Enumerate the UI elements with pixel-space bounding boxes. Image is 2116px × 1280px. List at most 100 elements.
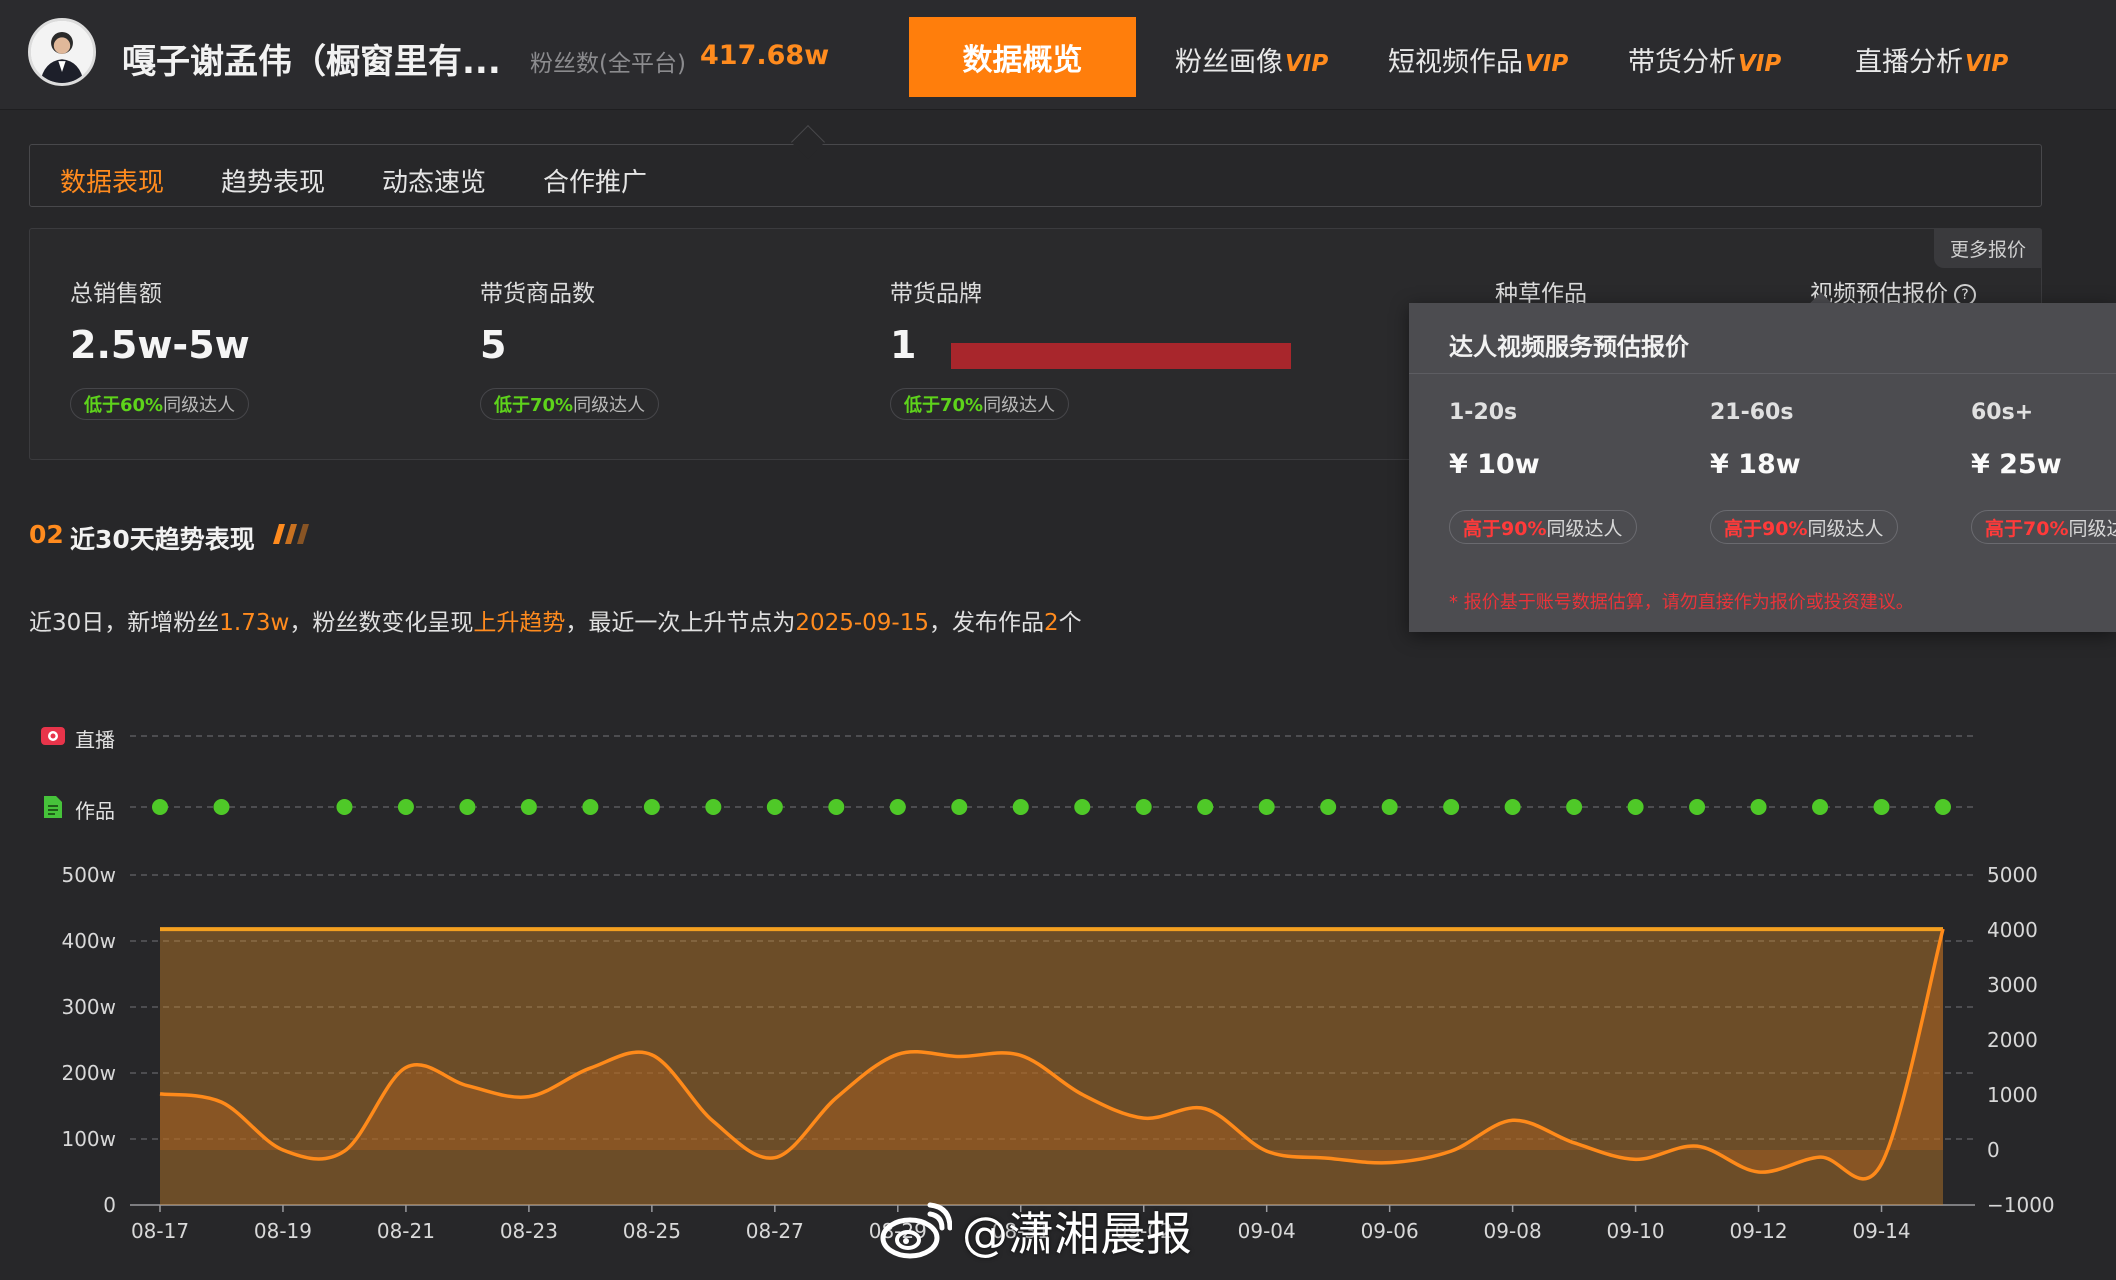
badge-percent: 高于70%	[1985, 517, 2069, 540]
x-tick-label: 09-06	[1361, 1219, 1419, 1243]
brands-label: 带货品牌	[890, 281, 982, 307]
more-price-button[interactable]: 更多报价	[1934, 228, 2042, 268]
works-marker	[828, 799, 845, 815]
badge-percent: 高于90%	[1463, 517, 1547, 540]
works-marker	[213, 799, 230, 815]
badge-text: 同级达人	[1546, 517, 1623, 540]
works-marker	[336, 799, 353, 815]
badge-text: 同级达人	[573, 395, 646, 416]
works-marker	[520, 799, 537, 815]
summary-text: ，最近一次上升节点为	[565, 610, 796, 636]
product-count-label: 带货商品数	[480, 281, 595, 307]
trend-chart: 0 100w 200w 300w 400w 500w −1000 0 1000 2000 3000 4…	[61, 735, 2055, 1243]
total-sales-label: 总销售额	[70, 281, 162, 307]
works-marker	[1935, 799, 1951, 815]
avatar[interactable]	[28, 18, 96, 86]
nav-short-video-label: 短视频作品	[1388, 47, 1523, 78]
brands-value: 1	[890, 323, 917, 367]
tier-badge: 高于90% 同级达人	[1710, 510, 1898, 544]
tier-duration: 60s+	[1971, 400, 2034, 425]
brands-badge: 低于70% 同级达人	[890, 388, 1070, 420]
nav-live-analysis-label: 直播分析	[1855, 47, 1963, 78]
x-tick-label: 09-08	[1484, 1219, 1542, 1243]
badge-percent: 低于70%	[494, 395, 574, 416]
works-marker	[1381, 799, 1398, 815]
x-tick-label: 08-17	[131, 1219, 189, 1243]
summary-text: ，发布作品	[928, 610, 1044, 636]
left-tick-label: 0	[103, 1193, 116, 1217]
nav-fans-portrait[interactable]: 粉丝画像VIP	[1175, 40, 1328, 79]
tab-dynamic-overview[interactable]: 动态速览	[382, 162, 486, 199]
works-marker	[152, 799, 168, 815]
x-tick-label: 08-23	[500, 1219, 558, 1243]
popover-title: 达人视频服务预估报价	[1449, 333, 1689, 361]
tab-data-performance[interactable]: 数据表现	[60, 162, 164, 199]
works-marker	[1504, 799, 1521, 815]
works-marker	[1566, 799, 1583, 815]
works-marker	[1812, 799, 1829, 815]
price-disclaimer: * 报价基于账号数据估算，请勿直接作为报价或投资建议。	[1449, 592, 1914, 613]
fans-count-label: 粉丝数(全平台)	[530, 51, 686, 77]
x-tick-label: 09-10	[1607, 1219, 1665, 1243]
slash-decoration-icon	[273, 524, 309, 544]
avatar-image	[31, 21, 93, 83]
works-marker	[766, 799, 783, 815]
works-marker	[1074, 799, 1091, 815]
nav-sales-analysis-label: 带货分析	[1628, 47, 1736, 78]
right-tick-label: 3000	[1987, 973, 2038, 997]
works-marker	[459, 799, 476, 815]
tab-cooperation[interactable]: 合作推广	[543, 162, 647, 199]
popover-divider	[1409, 373, 2116, 374]
brand-name-redacted	[951, 343, 1291, 369]
works-marker	[1135, 799, 1152, 815]
badge-percent: 低于70%	[904, 395, 984, 416]
weibo-icon	[880, 1202, 952, 1259]
works-marker	[1443, 799, 1460, 815]
tab-trend-performance[interactable]: 趋势表现	[221, 162, 325, 199]
right-tick-label: 1000	[1987, 1083, 2038, 1107]
nav-data-overview-label: 数据概览	[962, 43, 1083, 78]
right-tick-label: 0	[1987, 1138, 2000, 1162]
left-tick-label: 300w	[61, 995, 116, 1019]
total-sales-badge: 低于60% 同级达人	[70, 388, 250, 420]
works-marker	[1320, 799, 1337, 815]
summary-text: ，粉丝数变化呈现	[289, 610, 474, 636]
top-header: 嘎子谢孟伟（橱窗里有... 粉丝数(全平台) 417.68w 数据概览 粉丝画像…	[0, 0, 2116, 110]
left-tick-label: 100w	[61, 1127, 116, 1151]
works-marker	[1258, 799, 1275, 815]
nav-sales-analysis[interactable]: 带货分析VIP	[1628, 40, 1781, 79]
tier-badge: 高于70%同级达人	[1971, 510, 2116, 544]
summary-trend: 上升趋势	[473, 610, 566, 636]
works-marker	[397, 799, 414, 815]
section-number: 02	[29, 520, 64, 549]
trend-summary: 近30日，新增粉丝1.73w，粉丝数变化呈现上升趋势，最近一次上升节点为2025…	[29, 603, 1082, 637]
x-tick-label: 09-12	[1729, 1219, 1787, 1243]
row-label-live: 直播	[75, 728, 115, 752]
account-name: 嘎子谢孟伟（橱窗里有...	[122, 42, 501, 82]
works-marker	[705, 799, 722, 815]
summary-text: 个	[1058, 610, 1082, 636]
left-tick-label: 500w	[61, 863, 116, 887]
product-count-badge: 低于70% 同级达人	[480, 388, 660, 420]
nav-live-analysis[interactable]: 直播分析VIP	[1855, 40, 2008, 79]
vip-badge: VIP	[1965, 51, 2009, 77]
works-marker	[643, 799, 660, 815]
section-title: 近30天趋势表现	[70, 525, 255, 554]
product-count-value: 5	[480, 323, 507, 367]
tier-price: ¥ 10w	[1449, 449, 1540, 480]
live-icon	[41, 727, 65, 745]
works-marker	[1197, 799, 1214, 815]
works-marker	[1873, 799, 1890, 815]
vip-badge: VIP	[1525, 51, 1569, 77]
vip-badge: VIP	[1285, 51, 1329, 77]
weibo-watermark: @潇湘晨报	[880, 1196, 1192, 1266]
fans-count-value: 417.68w	[700, 40, 830, 71]
badge-percent: 高于90%	[1724, 517, 1808, 540]
row-label-works: 作品	[75, 799, 115, 823]
works-marker	[582, 799, 599, 815]
badge-percent: 低于60%	[84, 395, 164, 416]
badge-text: 同级达人	[1807, 517, 1884, 540]
total-sales-value: 2.5w-5w	[70, 323, 250, 367]
nav-short-video[interactable]: 短视频作品VIP	[1388, 40, 1568, 79]
nav-data-overview[interactable]: 数据概览	[909, 17, 1136, 97]
